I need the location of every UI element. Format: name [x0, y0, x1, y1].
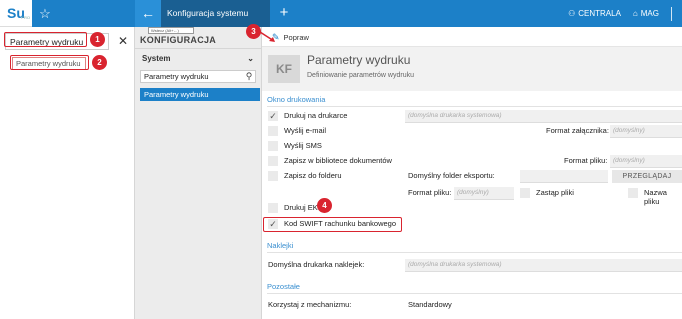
config-item-parametry-wydruku[interactable]: Parametry wydruku: [140, 88, 260, 101]
row-send-email: Wyślij e-mail Format załącznika: (domyśl…: [262, 124, 682, 139]
step-badge-4: 4: [317, 198, 332, 213]
main-content: ✎ Popraw KF Parametry wydruku Definiowan…: [262, 27, 682, 319]
label-attachment-format: Format załącznika:: [546, 126, 609, 135]
row-send-sms: Wyślij SMS: [262, 139, 682, 154]
export-folder-input[interactable]: [520, 170, 608, 183]
page-header: KF Parametry wydruku Definiowanie parame…: [262, 47, 682, 91]
checkbox-print-on-printer[interactable]: ✓: [268, 111, 278, 121]
divider: [267, 106, 682, 107]
close-icon[interactable]: ✕: [116, 33, 130, 50]
row-label-printer: Domyślna drukarka naklejek: (domyślna dr…: [262, 258, 682, 273]
divider: [135, 48, 262, 49]
step-badge-1: 1: [90, 32, 105, 47]
highlight-search-result: [10, 55, 89, 70]
checkbox-replace-files[interactable]: [520, 188, 530, 198]
page-subtitle: Definiowanie parametrów wydruku: [307, 72, 414, 79]
label-printer-select[interactable]: (domyślna drukarka systemowa): [405, 259, 682, 272]
label-send-email: Wyślij e-mail: [284, 126, 327, 135]
attachment-format-select[interactable]: (domyślny): [610, 125, 682, 138]
label-save-folder: Zapisz do folderu: [284, 171, 342, 180]
label-label-printer: Domyślna drukarka naklejek:: [268, 260, 365, 269]
divider: [267, 293, 682, 294]
checkbox-send-email[interactable]: [268, 126, 278, 136]
mechanism-select[interactable]: Standardowy: [408, 300, 452, 309]
config-search-input[interactable]: [140, 70, 256, 83]
checkbox-send-sms[interactable]: [268, 141, 278, 151]
printer-select[interactable]: (domyślna drukarka systemowa): [405, 110, 682, 123]
checkbox-save-folder[interactable]: [268, 171, 278, 181]
system-group-label: System: [142, 54, 171, 63]
label-library-format: Format pliku:: [564, 156, 608, 165]
config-panel: KONFIGURACJA System ⌄ ⚲ Parametry wydruk…: [135, 27, 262, 319]
top-right-area: ⚇ CENTRALA ⌂ MAG: [568, 0, 682, 27]
section-labels-title: Naklejki: [267, 241, 294, 250]
warehouse-icon: ⌂: [632, 9, 638, 18]
arrow-pointer-icon: [259, 31, 275, 42]
label-folder-file-format: Format pliku:: [408, 188, 452, 197]
branch-label: CENTRALA: [578, 9, 621, 18]
top-bar: Su PRO ☆ ← Konfiguracja systemu + ⚇ CENT…: [0, 0, 682, 27]
page-badge: KF: [268, 55, 300, 83]
system-group-toggle[interactable]: System ⌄: [142, 54, 256, 66]
app-logo[interactable]: Su PRO: [0, 0, 32, 27]
section-printing-title: Okno drukowania: [267, 95, 326, 104]
row-save-library: Zapisz w bibliotece dokumentów Format pl…: [262, 154, 682, 169]
step-badge-2: 2: [92, 55, 107, 70]
back-tooltip: Wstecz (Alt+←): [148, 27, 194, 34]
fix-label: Popraw: [283, 32, 309, 42]
label-save-library: Zapisz w bibliotece dokumentów: [284, 156, 392, 165]
checkbox-filename[interactable]: [628, 188, 638, 198]
toolbar: ✎ Popraw: [262, 27, 682, 47]
divider: [671, 6, 672, 21]
back-button[interactable]: ←: [135, 0, 161, 27]
star-icon[interactable]: ☆: [37, 6, 53, 22]
warehouse-selector[interactable]: ⌂ MAG: [633, 9, 659, 18]
row-mechanism: Korzystaj z mechanizmu: Standardowy: [262, 298, 682, 313]
label-replace-files: Zastąp pliki: [536, 188, 574, 197]
new-tab-button[interactable]: +: [274, 3, 294, 23]
label-print-ek: Drukuj EK: [284, 203, 318, 212]
checkbox-print-ek[interactable]: [268, 203, 278, 213]
tab-konfiguracja-systemu[interactable]: Konfiguracja systemu: [161, 0, 270, 27]
label-print-on-printer: Drukuj na drukarce: [284, 111, 348, 120]
row-save-folder: Zapisz do folderu Domyślny folder ekspor…: [262, 169, 682, 184]
section-other-title: Pozostałe: [267, 282, 300, 291]
folder-file-format-select[interactable]: (domyślny): [454, 187, 514, 200]
highlight-search-input: [4, 32, 87, 47]
chevron-down-icon: ⌄: [247, 54, 254, 63]
label-send-sms: Wyślij SMS: [284, 141, 322, 150]
label-mechanism: Korzystaj z mechanizmu:: [268, 300, 352, 309]
warehouse-label: MAG: [640, 9, 659, 18]
arrow-left-icon: ←: [141, 5, 155, 21]
users-icon: ⚇: [568, 9, 576, 18]
page-title: Parametry wydruku: [307, 53, 411, 67]
branch-selector[interactable]: ⚇ CENTRALA: [568, 9, 621, 18]
search-icon[interactable]: ⚲: [243, 70, 255, 83]
highlight-swift-row: [263, 217, 402, 232]
library-format-select[interactable]: (domyślny): [610, 155, 682, 168]
search-panel: ✕ Parametry wydruku: [0, 27, 135, 319]
row-print-on-printer: ✓ Drukuj na drukarce (domyślna drukarka …: [262, 109, 682, 124]
divider: [267, 252, 682, 253]
checkbox-save-library[interactable]: [268, 156, 278, 166]
config-heading: KONFIGURACJA: [140, 35, 217, 45]
browse-button[interactable]: PRZEGLĄDAJ: [612, 170, 682, 183]
label-export-folder: Domyślny folder eksportu:: [408, 171, 495, 180]
